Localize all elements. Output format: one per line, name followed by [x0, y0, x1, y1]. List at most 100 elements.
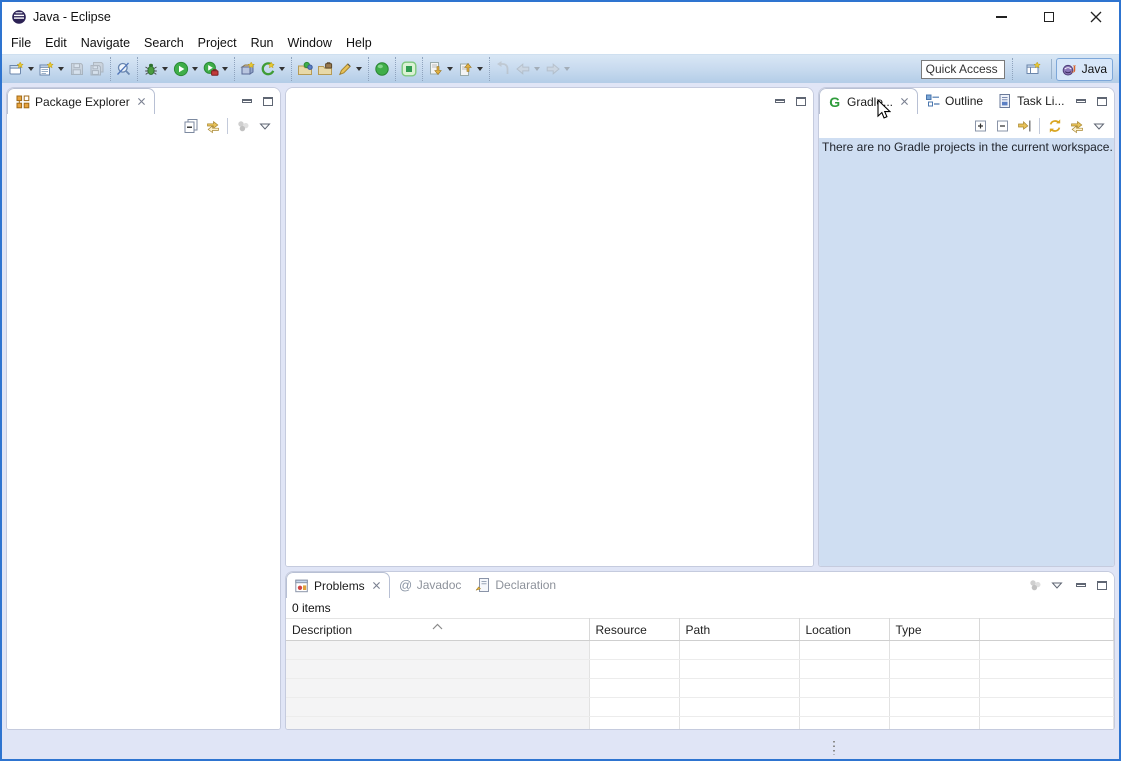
tab-task-li[interactable]: Task Li... [990, 88, 1071, 114]
problems-table[interactable]: DescriptionResourcePathLocationType [286, 618, 1114, 730]
dropdown-arrow-icon[interactable] [447, 67, 453, 71]
tab-declaration[interactable]: Declaration [468, 572, 563, 598]
editor-minimize-button[interactable] [771, 93, 789, 109]
previous-annotation-button[interactable] [456, 57, 486, 81]
run-external-tools-button[interactable] [201, 57, 231, 81]
tab-package-explorer[interactable]: Package Explorer [7, 88, 155, 114]
close-tab-icon[interactable] [136, 96, 147, 107]
table-row[interactable] [286, 641, 1114, 660]
java-perspective-icon: J [1062, 61, 1078, 77]
table-row[interactable] [286, 717, 1114, 731]
view-menu-button[interactable] [1046, 575, 1067, 596]
run-button[interactable] [171, 57, 201, 81]
editor-empty-area [286, 114, 813, 566]
package-explorer-minimize-button[interactable] [238, 93, 256, 109]
menu-search[interactable]: Search [137, 34, 191, 52]
table-cell [589, 641, 679, 660]
new-gradle-wizard-button[interactable] [258, 57, 288, 81]
menu-project[interactable]: Project [191, 34, 244, 52]
dropdown-arrow-icon[interactable] [279, 67, 285, 71]
problems-view-minimize-button[interactable] [1072, 577, 1090, 593]
terminal-button[interactable] [399, 57, 419, 81]
open-task-button[interactable] [315, 57, 335, 81]
table-row[interactable] [286, 698, 1114, 717]
column-header-resource[interactable]: Resource [589, 619, 679, 641]
menu-file[interactable]: File [4, 34, 38, 52]
open-task-icon [317, 61, 333, 77]
gradle-view-content[interactable]: There are no Gradle projects in the curr… [819, 138, 1114, 566]
java-perspective-button[interactable]: J Java [1056, 58, 1113, 81]
table-cell [889, 679, 979, 698]
collapse-all-button[interactable] [180, 116, 201, 137]
dropdown-arrow-icon[interactable] [356, 67, 362, 71]
dropdown-arrow-icon[interactable] [564, 67, 570, 71]
problems-view-maximize-button[interactable] [1093, 577, 1111, 593]
menu-run[interactable]: Run [244, 34, 281, 52]
dropdown-arrow-icon[interactable] [58, 67, 64, 71]
gradle-view-minimize-button[interactable] [1072, 93, 1090, 109]
tab-javadoc[interactable]: @Javadoc [390, 572, 469, 598]
table-cell [979, 679, 1114, 698]
new-java-project-icon [240, 61, 256, 77]
tab-gradle[interactable]: GGradle... [819, 88, 918, 114]
menu-help[interactable]: Help [339, 34, 379, 52]
quick-access-input[interactable] [921, 60, 1005, 79]
table-cell [799, 679, 889, 698]
svg-text:G: G [829, 94, 840, 110]
package-explorer-maximize-button[interactable] [259, 93, 277, 109]
menu-window[interactable]: Window [281, 34, 339, 52]
menu-edit[interactable]: Edit [38, 34, 74, 52]
column-header-path[interactable]: Path [679, 619, 799, 641]
java-perspective-label: Java [1082, 62, 1107, 76]
column-header-description[interactable]: Description [286, 619, 589, 641]
next-annotation-button[interactable] [426, 57, 456, 81]
column-header-type[interactable]: Type [889, 619, 979, 641]
open-perspective-button[interactable] [1021, 58, 1047, 81]
problems-view-toolbar [1024, 572, 1072, 598]
refresh-gradle-projects-button[interactable] [1044, 116, 1065, 137]
status-drag-handle-icon[interactable] [833, 741, 835, 755]
dropdown-arrow-icon[interactable] [222, 67, 228, 71]
minimize-window-button[interactable] [978, 2, 1025, 32]
menu-navigate[interactable]: Navigate [74, 34, 137, 52]
new-java-element-button[interactable] [37, 57, 67, 81]
eclipse-window: Java - Eclipse FileEditNavigateSearchPro… [0, 0, 1121, 761]
tab-label: Outline [945, 94, 983, 108]
dropdown-arrow-icon[interactable] [192, 67, 198, 71]
maximize-window-button[interactable] [1025, 2, 1072, 32]
new-wizard-button[interactable] [7, 57, 37, 81]
column-header-blank[interactable] [979, 619, 1114, 641]
close-tab-icon[interactable] [371, 580, 382, 591]
tab-problems[interactable]: Problems [286, 572, 390, 598]
view-menu-button[interactable] [254, 116, 275, 137]
view-menu-button[interactable] [1088, 116, 1109, 137]
editor-maximize-button[interactable] [792, 93, 810, 109]
tab-outline[interactable]: Outline [918, 88, 990, 114]
new-java-project-button[interactable] [238, 57, 258, 81]
column-header-location[interactable]: Location [799, 619, 889, 641]
close-window-button[interactable] [1072, 2, 1119, 32]
dropdown-arrow-icon[interactable] [477, 67, 483, 71]
search-button[interactable] [335, 57, 365, 81]
dropdown-arrow-icon[interactable] [534, 67, 540, 71]
table-cell [799, 660, 889, 679]
dropdown-arrow-icon[interactable] [28, 67, 34, 71]
table-row[interactable] [286, 679, 1114, 698]
open-type-icon [297, 61, 313, 77]
collapse-all-button[interactable] [992, 116, 1013, 137]
link-to-selection-button[interactable] [1014, 116, 1035, 137]
dropdown-arrow-icon[interactable] [162, 67, 168, 71]
profile-button[interactable] [372, 57, 392, 81]
close-tab-icon[interactable] [899, 96, 910, 107]
maximize-view-icon [796, 97, 806, 106]
gradle-view-maximize-button[interactable] [1093, 93, 1111, 109]
new-wizard-icon [9, 61, 25, 77]
table-row[interactable] [286, 660, 1114, 679]
open-type-button[interactable] [295, 57, 315, 81]
package-explorer-tree[interactable] [7, 138, 280, 729]
link-with-editor-button[interactable] [1066, 116, 1087, 137]
skip-all-breakpoints-button[interactable] [114, 57, 134, 81]
link-with-editor-button[interactable] [202, 116, 223, 137]
debug-button[interactable] [141, 57, 171, 81]
expand-all-button[interactable] [970, 116, 991, 137]
